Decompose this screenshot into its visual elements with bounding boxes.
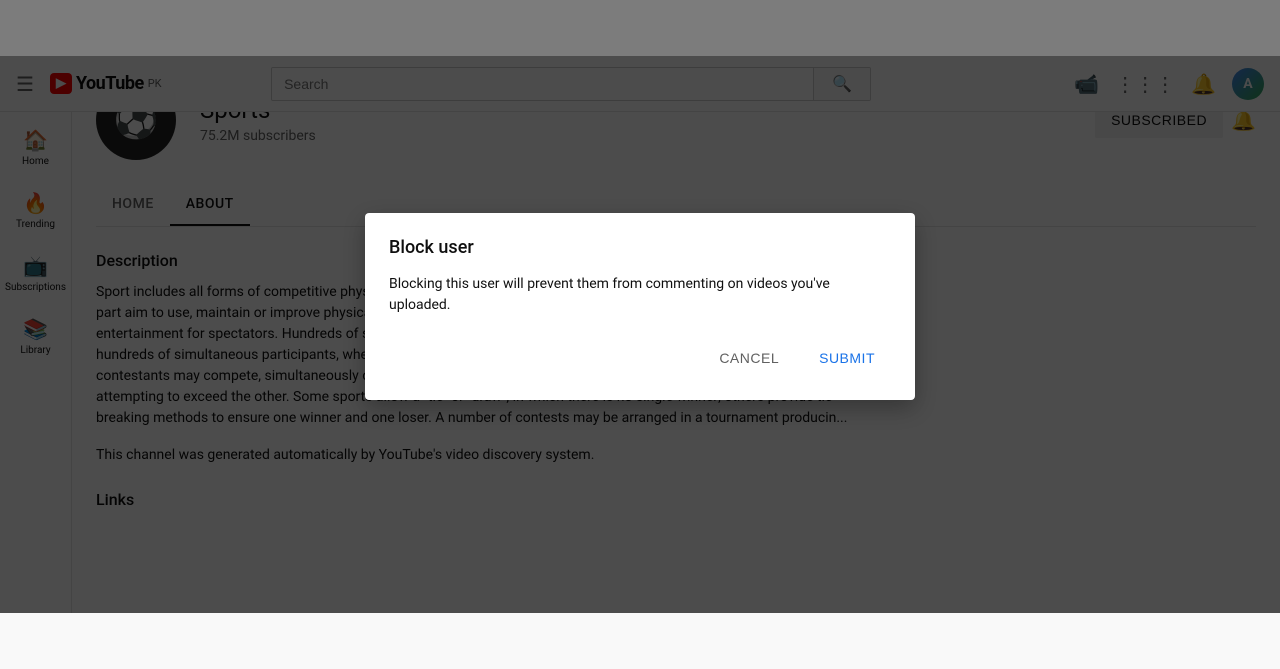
cancel-button[interactable]: CANCEL [703, 340, 795, 376]
dialog-body: Blocking this user will prevent them fro… [389, 274, 891, 316]
dialog-title: Block user [389, 237, 891, 258]
dialog-actions: CANCEL SUBMIT [389, 340, 891, 376]
dialog-overlay: Block user Blocking this user will preve… [0, 0, 1280, 613]
submit-button[interactable]: SUBMIT [803, 340, 891, 376]
block-user-dialog: Block user Blocking this user will preve… [365, 213, 915, 400]
